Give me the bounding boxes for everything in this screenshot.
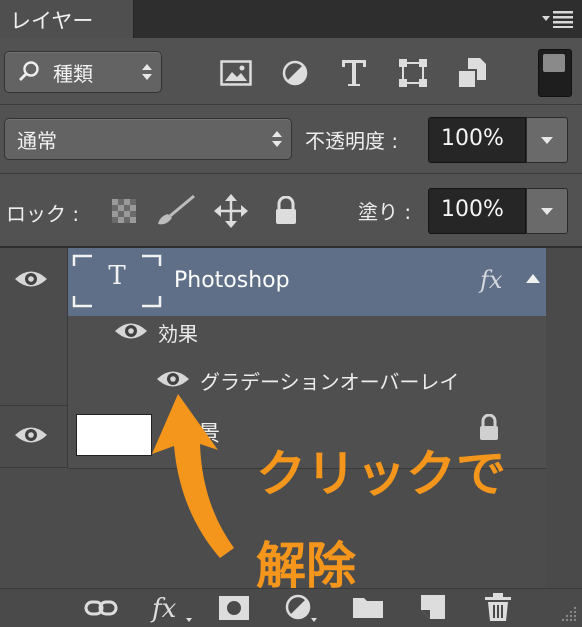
filter-shape-layer-icon[interactable]	[398, 58, 428, 88]
search-icon	[19, 61, 39, 81]
layers-bottom-toolbar: fx	[0, 588, 582, 627]
new-layer-icon[interactable]	[420, 594, 446, 620]
filter-kind-select[interactable]: 種類	[4, 51, 162, 93]
opacity-label: 不透明度 :	[305, 129, 399, 153]
fill-field[interactable]: 100%	[428, 188, 526, 234]
blend-row: 通常 不透明度 : 100%	[0, 105, 582, 174]
filter-toggle-switch[interactable]	[538, 49, 572, 97]
svg-text:T: T	[108, 261, 126, 291]
text-layer-thumbnail-icon: T	[72, 254, 162, 308]
annotation-click-text: クリックで	[256, 445, 506, 503]
scroll-up-arrow[interactable]	[522, 248, 544, 316]
updown-arrows-icon	[272, 131, 282, 147]
layer-row-photoshop[interactable]: T Photoshop fx	[68, 248, 546, 316]
row-divider	[0, 467, 68, 468]
fill-dropdown-button[interactable]	[526, 188, 568, 234]
lock-position-move-icon[interactable]	[214, 194, 248, 228]
opacity-field[interactable]: 100%	[428, 117, 526, 163]
filter-row: 種類	[0, 38, 582, 105]
delete-layer-trash-icon[interactable]	[484, 592, 512, 622]
filter-kind-label: 種類	[53, 62, 93, 86]
visibility-eye-icon[interactable]	[14, 268, 48, 290]
layers-scrollbar-track[interactable]	[546, 248, 582, 588]
resize-grip-icon[interactable]	[560, 605, 578, 623]
effects-label: 効果	[158, 322, 198, 346]
filter-type-layer-icon[interactable]	[340, 58, 368, 88]
opacity-value: 100%	[441, 126, 504, 151]
effect-item-gradient-overlay[interactable]: グラデーションオーバーレイ	[200, 366, 459, 395]
blend-mode-select[interactable]: 通常	[4, 118, 292, 160]
opacity-dropdown-button[interactable]	[526, 117, 568, 163]
filter-smart-object-icon[interactable]	[456, 56, 488, 90]
tab-layers-label: レイヤー	[10, 9, 94, 33]
background-visibility-eye-icon[interactable]	[14, 424, 48, 446]
lock-all-icon[interactable]	[274, 196, 298, 226]
updown-arrows-icon	[142, 64, 152, 80]
gradient-overlay-eye-icon[interactable]	[156, 368, 190, 390]
link-layers-icon[interactable]	[84, 599, 118, 617]
filter-pixel-layer-icon[interactable]	[220, 60, 252, 86]
background-layer-thumbnail	[76, 414, 152, 456]
svg-text:fx: fx	[150, 594, 177, 623]
add-layer-mask-icon[interactable]	[218, 595, 250, 621]
new-group-folder-icon[interactable]	[352, 595, 384, 619]
filter-adjustment-layer-icon[interactable]	[282, 60, 308, 86]
tab-layers[interactable]: レイヤー	[0, 0, 134, 38]
layer-fx-indicator[interactable]: fx	[480, 266, 502, 294]
layer-name-photoshop: Photoshop	[174, 268, 290, 293]
fill-value: 100%	[441, 197, 504, 222]
lock-transparent-pixels-icon[interactable]	[112, 199, 136, 223]
blend-mode-label: 通常	[17, 129, 57, 153]
panel-tabbar: レイヤー	[0, 0, 582, 38]
panel-menu-icon[interactable]	[542, 10, 574, 28]
annotation-arrow	[152, 394, 234, 558]
layer-effects-group: 効果 グラデーションオーバーレイ	[68, 316, 546, 407]
add-layer-style-fx-icon[interactable]: fx	[150, 593, 196, 623]
row-divider	[0, 405, 68, 406]
effects-visibility-eye-icon[interactable]	[114, 320, 148, 342]
lock-label: ロック :	[6, 202, 80, 226]
lock-image-pixels-brush-icon[interactable]	[152, 194, 198, 228]
lock-row: ロック : 塗り : 100%	[0, 174, 582, 248]
toggle-knob	[543, 54, 565, 72]
fill-label: 塗り :	[358, 200, 412, 224]
new-adjustment-layer-icon[interactable]	[284, 593, 320, 623]
